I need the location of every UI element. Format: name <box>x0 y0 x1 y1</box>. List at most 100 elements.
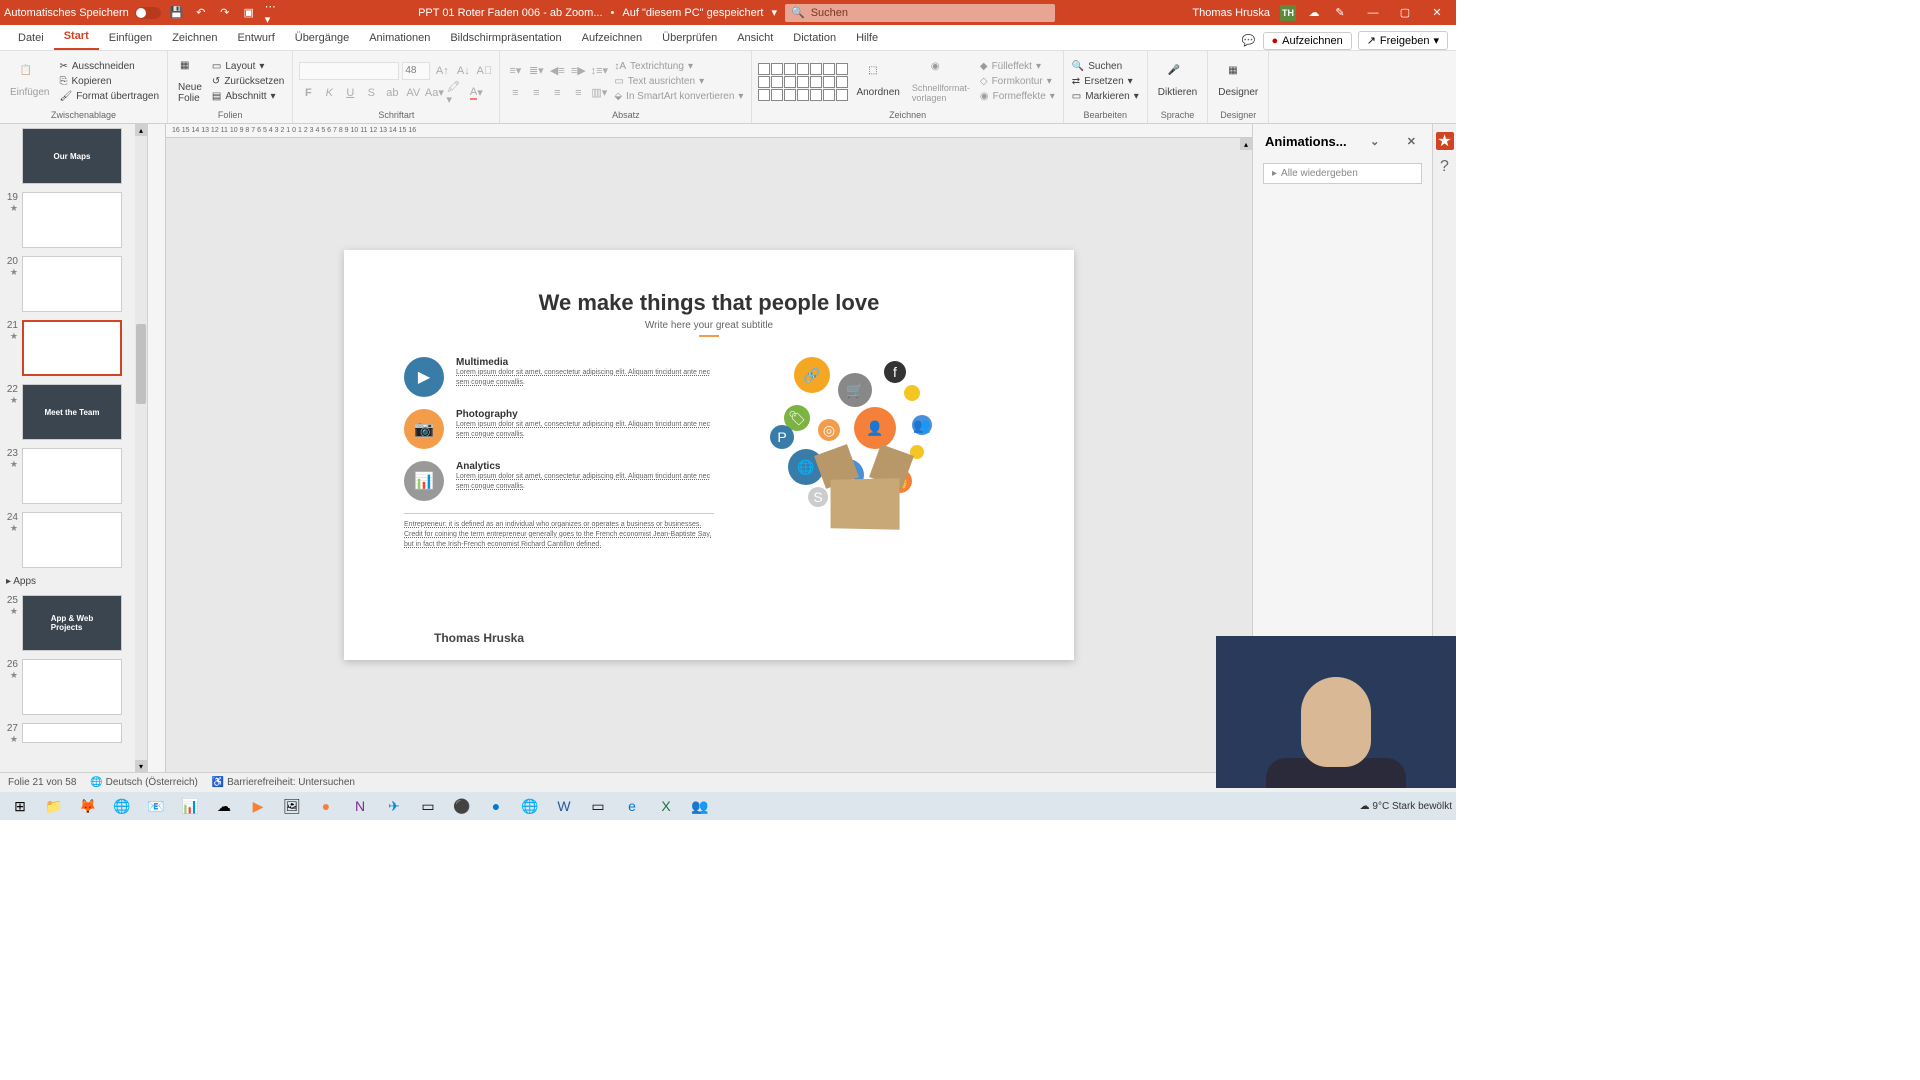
firefox-icon[interactable]: 🦊 <box>72 794 104 818</box>
minimize-button[interactable]: — <box>1358 3 1388 23</box>
feature-item[interactable]: 📷 PhotographyLorem ipsum dolor sit amet,… <box>404 409 714 449</box>
slide-thumbnail[interactable] <box>22 723 122 743</box>
chevron-down-icon[interactable]: ⌄ <box>1366 135 1383 148</box>
chrome-icon[interactable]: 🌐 <box>106 794 138 818</box>
tab-bildschirmpraesentation[interactable]: Bildschirmpräsentation <box>440 26 571 50</box>
pen-icon[interactable]: ✎ <box>1332 5 1348 21</box>
powerpoint-icon[interactable]: 📊 <box>174 794 206 818</box>
underline-icon[interactable]: U <box>341 84 359 102</box>
slide-thumbnail[interactable]: App & Web Projects <box>22 595 122 651</box>
teams-icon[interactable]: 👥 <box>684 794 716 818</box>
font-color-icon[interactable]: A▾ <box>467 84 485 102</box>
animation-pane-icon[interactable]: ★ <box>1436 132 1454 150</box>
paragraph-text[interactable]: Entrepreneur: it is defined as an indivi… <box>404 513 714 549</box>
layout-button[interactable]: ▭Layout▾ <box>210 60 286 73</box>
feature-item[interactable]: 📊 AnalyticsLorem ipsum dolor sit amet, c… <box>404 461 714 501</box>
app-icon[interactable]: ● <box>310 794 342 818</box>
replace-button[interactable]: ⇄Ersetzen▾ <box>1070 75 1141 88</box>
language-indicator[interactable]: 🌐 Deutsch (Österreich) <box>90 777 197 788</box>
horizontal-ruler[interactable]: 16 15 14 13 12 11 10 9 8 7 6 5 4 3 2 1 0… <box>166 124 1252 138</box>
shapes-gallery[interactable] <box>758 63 848 101</box>
search-input[interactable]: 🔍 Suchen <box>785 4 1055 22</box>
font-name-input[interactable] <box>299 62 399 80</box>
dictate-button[interactable]: 🎤 Diktieren <box>1154 63 1201 100</box>
more-icon[interactable]: ⋯▾ <box>265 5 281 21</box>
telegram-icon[interactable]: ✈ <box>378 794 410 818</box>
graphic-box[interactable]: 🔗 🛒 f 🏷 ◎ 👤 👥 P 🌐 💻 👍 <box>714 357 1014 549</box>
tab-entwurf[interactable]: Entwurf <box>227 26 284 50</box>
find-button[interactable]: 🔍Suchen <box>1070 60 1141 73</box>
app-icon[interactable]: 🌐 <box>514 794 546 818</box>
chevron-down-icon[interactable]: ▾ <box>771 6 777 19</box>
weather-widget[interactable]: ☁ 9°C Stark bewölkt <box>1360 801 1452 812</box>
paste-button[interactable]: 📋 Einfügen <box>6 63 53 100</box>
app-icon[interactable]: ▭ <box>582 794 614 818</box>
save-location[interactable]: Auf "diesem PC" gespeichert <box>622 7 763 19</box>
redo-icon[interactable]: ↷ <box>217 5 233 21</box>
quick-styles-button[interactable]: ◉ Schnellformat- vorlagen <box>908 59 974 105</box>
copy-button[interactable]: ⎘Kopieren <box>57 75 161 88</box>
tab-datei[interactable]: Datei <box>8 26 54 50</box>
tab-ueberpruefen[interactable]: Überprüfen <box>652 26 727 50</box>
app-icon[interactable]: ● <box>480 794 512 818</box>
slide-counter[interactable]: Folie 21 von 58 <box>8 777 76 788</box>
slide-thumbnail[interactable] <box>22 256 122 312</box>
align-left-icon[interactable]: ≡ <box>506 84 524 102</box>
scroll-up-icon[interactable]: ▴ <box>135 124 147 136</box>
bullets-icon[interactable]: ≡▾ <box>506 62 524 80</box>
slide-thumbnail[interactable] <box>22 512 122 568</box>
tab-ansicht[interactable]: Ansicht <box>727 26 783 50</box>
explorer-icon[interactable]: 📁 <box>38 794 70 818</box>
cut-button[interactable]: ✂Ausschneiden <box>57 60 161 73</box>
close-button[interactable]: ✕ <box>1422 3 1452 23</box>
tab-uebergaenge[interactable]: Übergänge <box>285 26 359 50</box>
close-icon[interactable]: ✕ <box>1403 135 1420 148</box>
present-icon[interactable]: ▣ <box>241 5 257 21</box>
autosave-toggle[interactable]: Automatisches Speichern <box>4 7 161 19</box>
designer-button[interactable]: ▦ Designer <box>1214 63 1262 100</box>
slide-thumbnail[interactable] <box>22 192 122 248</box>
justify-icon[interactable]: ≡ <box>569 84 587 102</box>
slide-thumbnail[interactable] <box>22 659 122 715</box>
tab-start[interactable]: Start <box>54 24 99 50</box>
slide-title[interactable]: We make things that people love <box>404 290 1014 316</box>
author-name[interactable]: Thomas Hruska <box>434 631 524 645</box>
slide-subtitle[interactable]: Write here your great subtitle <box>404 320 1014 331</box>
slide-thumbnail[interactable]: Meet the Team <box>22 384 122 440</box>
decrease-font-icon[interactable]: A↓ <box>454 62 472 80</box>
italic-icon[interactable]: K <box>320 84 338 102</box>
indent-increase-icon[interactable]: ≡▶ <box>569 62 587 80</box>
tab-dictation[interactable]: Dictation <box>783 26 846 50</box>
tab-aufzeichnen[interactable]: Aufzeichnen <box>572 26 653 50</box>
undo-icon[interactable]: ↶ <box>193 5 209 21</box>
outlook-icon[interactable]: 📧 <box>140 794 172 818</box>
edge-icon[interactable]: e <box>616 794 648 818</box>
bold-icon[interactable]: F <box>299 84 317 102</box>
panel-scrollbar[interactable]: ▴ ▾ <box>135 124 147 772</box>
scroll-down-icon[interactable]: ▾ <box>135 760 147 772</box>
tab-zeichnen[interactable]: Zeichnen <box>162 26 227 50</box>
new-slide-button[interactable]: ▦ Neue Folie <box>174 58 206 106</box>
case-icon[interactable]: Aa▾ <box>425 84 443 102</box>
slide[interactable]: We make things that people love Write he… <box>344 250 1074 660</box>
slide-thumbnail[interactable]: Our Maps <box>22 128 122 184</box>
tab-hilfe[interactable]: Hilfe <box>846 26 888 50</box>
clear-format-icon[interactable]: A⃠ <box>475 62 493 80</box>
file-name[interactable]: PPT 01 Roter Faden 006 - ab Zoom... <box>418 7 602 19</box>
shape-effects-button[interactable]: ◉Formeffekte▾ <box>978 90 1057 103</box>
slide-thumbnail[interactable] <box>22 448 122 504</box>
columns-icon[interactable]: ▥▾ <box>590 84 608 102</box>
feature-item[interactable]: ▶ MultimediaLorem ipsum dolor sit amet, … <box>404 357 714 397</box>
slide-thumbnail-active[interactable] <box>22 320 122 376</box>
arrange-button[interactable]: ⬚ Anordnen <box>852 63 903 100</box>
excel-icon[interactable]: X <box>650 794 682 818</box>
vlc-icon[interactable]: ▶ <box>242 794 274 818</box>
spacing-icon[interactable]: AV <box>404 84 422 102</box>
strike-icon[interactable]: S <box>362 84 380 102</box>
tab-einfuegen[interactable]: Einfügen <box>99 26 162 50</box>
text-direction-button[interactable]: ↕ATextrichtung▾ <box>612 60 745 73</box>
app-icon[interactable]: 🖼 <box>276 794 308 818</box>
share-button[interactable]: ↗Freigeben▾ <box>1358 31 1448 50</box>
numbering-icon[interactable]: ≣▾ <box>527 62 545 80</box>
format-painter-button[interactable]: 🖌Format übertragen <box>57 90 161 103</box>
